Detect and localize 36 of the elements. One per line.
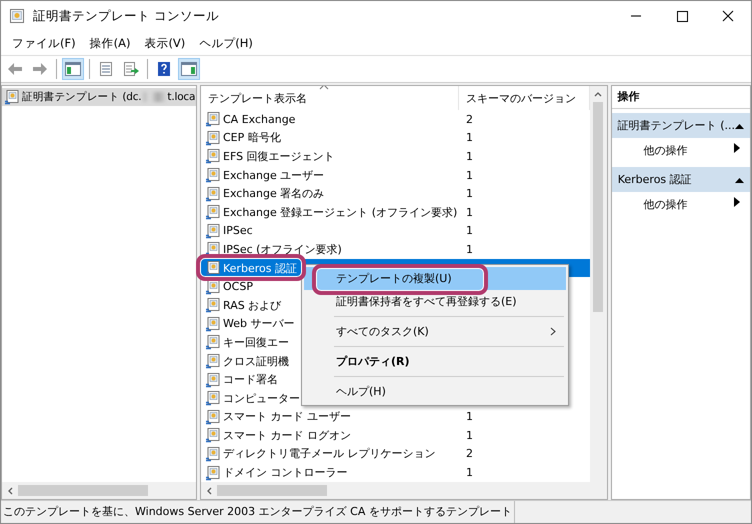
schema-version: 1 xyxy=(466,168,473,182)
template-name: コンピューター xyxy=(223,390,300,406)
template-name: クロス証明機 xyxy=(223,354,289,369)
schema-version: 1 xyxy=(466,428,473,442)
template-name: ドメイン コントローラー xyxy=(223,465,348,480)
template-name: Exchange 署名のみ xyxy=(223,186,324,202)
schema-version: 1 xyxy=(466,242,473,256)
template-name: Exchange 登録エージェント (オフライン要求) xyxy=(223,204,458,220)
window-title: 証明書テンプレート コンソール xyxy=(33,8,220,24)
schema-version: 2 xyxy=(466,112,473,126)
template-name: CA Exchange xyxy=(223,112,296,126)
template-name: コード署名 xyxy=(223,372,278,388)
schema-version: 1 xyxy=(466,224,473,238)
template-name: OCSP xyxy=(223,280,253,294)
template-name: Web サーバー xyxy=(223,316,294,332)
schema-version: 1 xyxy=(466,131,473,144)
schema-version: 2 xyxy=(466,447,473,460)
template-name: Kerberos 認証 xyxy=(223,260,297,276)
template-name: EFS 回復エージェント xyxy=(223,148,335,164)
status-text: このテンプレートを基に、Windows Server 2003 エンタープライズ CA をサポートするテンプレート xyxy=(1,501,515,523)
schema-version: 1 xyxy=(466,206,473,219)
pane-title: 操作 xyxy=(612,86,750,109)
schema-version: 1 xyxy=(466,187,473,200)
tree-item-label: t.loca xyxy=(167,91,196,103)
template-name: CEP 暗号化 xyxy=(223,130,281,146)
template-name: キー回復エー xyxy=(223,334,289,350)
template-name: スマート カード ユーザー xyxy=(223,409,351,424)
template-name: IPSec xyxy=(223,224,253,238)
schema-version: 1 xyxy=(466,466,473,480)
template-name: ディレクトリ電子メール レプリケーション xyxy=(223,446,436,462)
template-name: RAS および xyxy=(223,298,282,313)
template-name: Exchange ユーザー xyxy=(223,168,324,183)
template-name: スマート カード ログオン xyxy=(223,428,351,443)
tree-item-label: 証明書テンプレート (dc. xyxy=(22,90,142,104)
schema-version: 1 xyxy=(466,410,473,424)
schema-version: 1 xyxy=(466,150,473,163)
